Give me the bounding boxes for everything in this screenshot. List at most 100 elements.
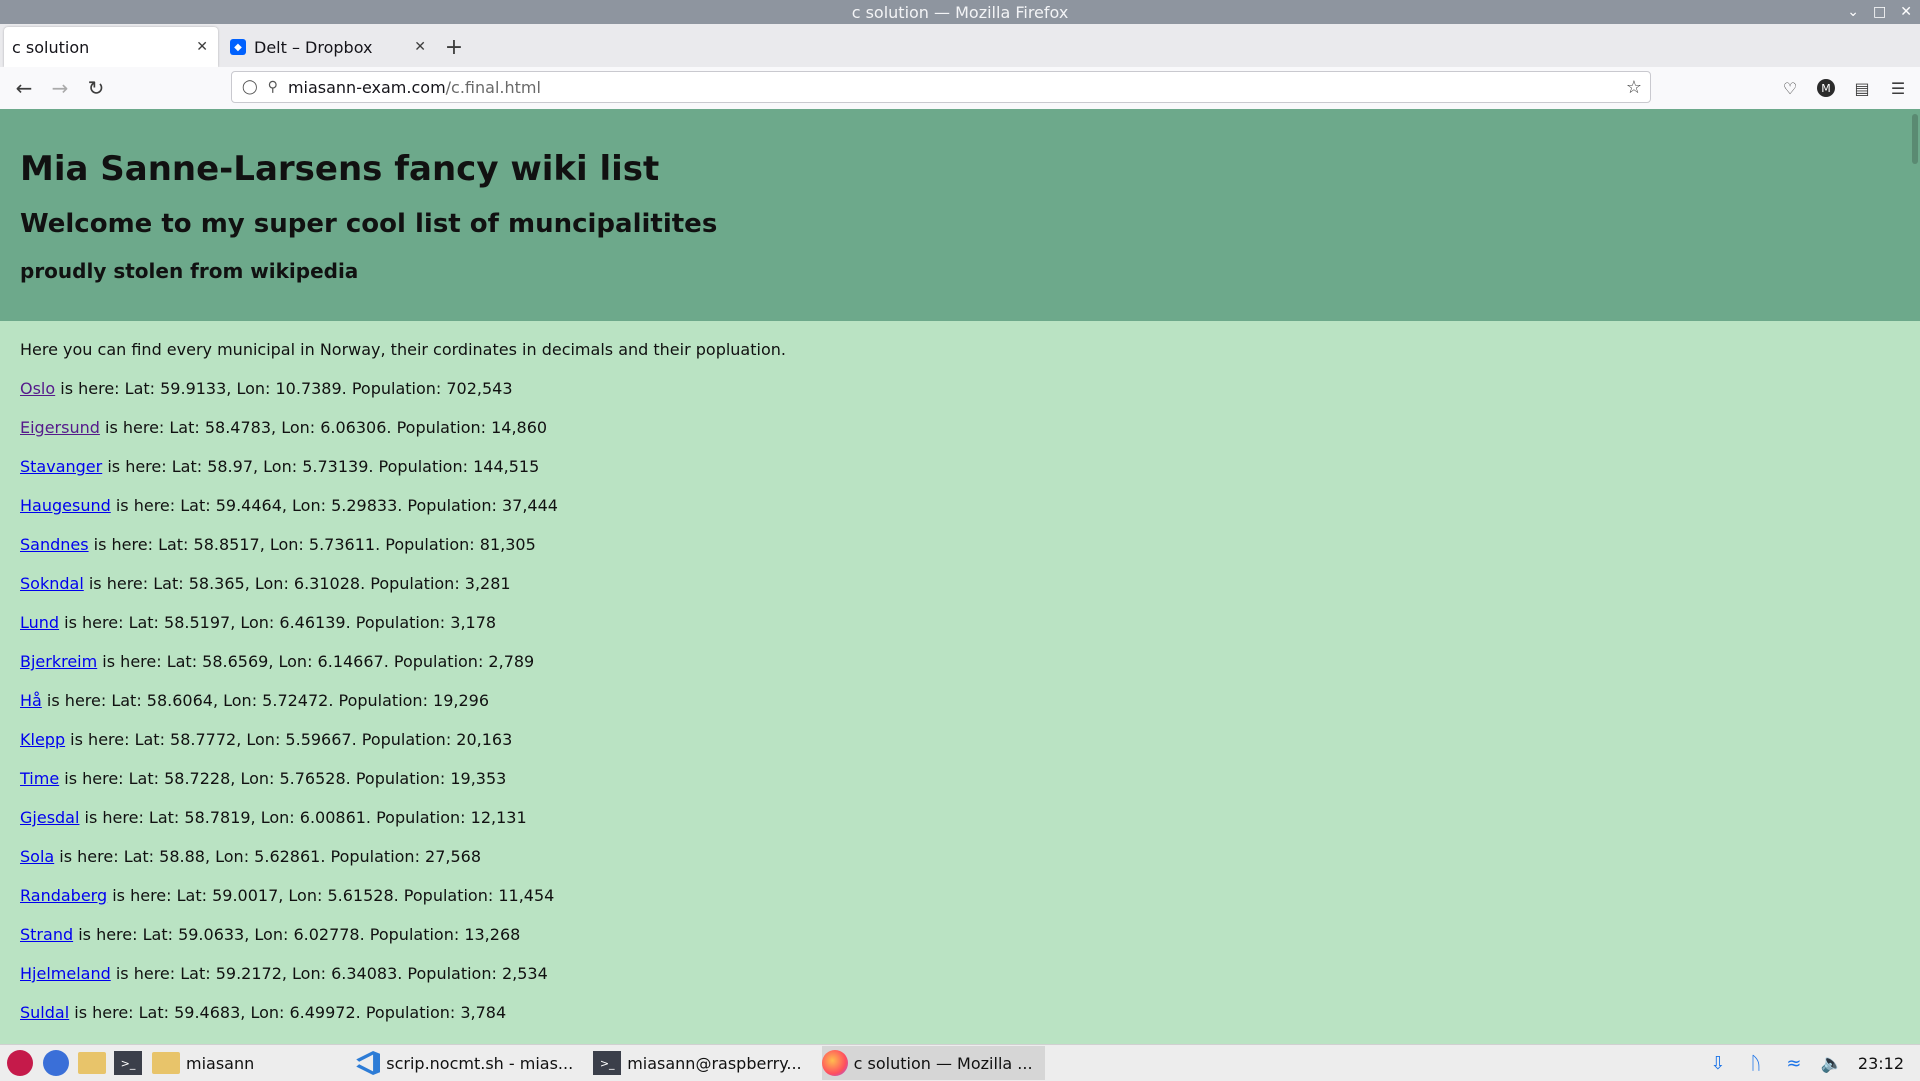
clock[interactable]: 23:12 [1858, 1054, 1904, 1073]
municipality-details: is here: Lat: 58.6064, Lon: 5.72472. Pop… [41, 691, 490, 710]
back-button[interactable]: ← [6, 70, 42, 106]
page-tagline: proudly stolen from wikipedia [20, 259, 359, 283]
municipality-link[interactable]: Time [20, 769, 59, 788]
list-item: Klepp is here: Lat: 58.7772, Lon: 5.5966… [20, 720, 1900, 759]
page-header: Mia Sanne-Larsens fancy wiki list Welcom… [0, 109, 1920, 321]
municipality-link[interactable]: Suldal [20, 1003, 69, 1022]
wifi-icon[interactable]: ≈ [1782, 1053, 1806, 1074]
municipality-details: is here: Lat: 59.0633, Lon: 6.02778. Pop… [73, 925, 521, 944]
municipality-details: is here: Lat: 58.365, Lon: 6.31028. Popu… [83, 574, 511, 593]
municipality-link[interactable]: Haugesund [20, 496, 111, 515]
municipality-details: is here: Lat: 59.2172, Lon: 6.34083. Pop… [110, 964, 548, 983]
municipality-link[interactable]: Klepp [20, 730, 65, 749]
url-bar[interactable]: ◯ ⚲ miasann-exam.com/c.final.html ☆ [231, 71, 1651, 103]
municipality-link[interactable]: Sola [20, 847, 54, 866]
municipality-details: is here: Lat: 58.6569, Lon: 6.14667. Pop… [97, 652, 535, 671]
municipality-details: is here: Lat: 58.97, Lon: 5.73139. Popul… [102, 457, 540, 476]
tab-dropbox[interactable]: ◆ Delt – Dropbox ✕ [222, 27, 436, 67]
forward-button[interactable]: → [42, 70, 78, 106]
page-subtitle: Welcome to my super cool list of muncipa… [20, 209, 718, 239]
municipality-details: is here: Lat: 58.7228, Lon: 5.76528. Pop… [59, 769, 507, 788]
municipality-details: is here: Lat: 58.5197, Lon: 6.46139. Pop… [59, 613, 497, 632]
municipality-details: is here: Lat: 58.4783, Lon: 6.06306. Pop… [99, 418, 548, 437]
shield-icon[interactable]: ◯ [242, 79, 258, 95]
folder-icon [78, 1052, 106, 1074]
tab-close-icon[interactable]: ✕ [196, 39, 208, 55]
tab-close-icon[interactable]: ✕ [414, 39, 426, 55]
intro-text: Here you can find every municipal in Nor… [20, 340, 786, 359]
municipality-link[interactable]: Hå [20, 691, 42, 710]
list-item: Lund is here: Lat: 58.5197, Lon: 6.46139… [20, 603, 1900, 642]
municipality-list: Oslo is here: Lat: 59.9133, Lon: 10.7389… [20, 369, 1900, 1032]
new-tab-button[interactable]: + [436, 27, 472, 67]
bookmark-star-icon[interactable]: ☆ [1626, 77, 1642, 98]
globe-icon [43, 1050, 69, 1076]
bluetooth-icon[interactable]: ᚢ [1744, 1053, 1768, 1074]
pocket-icon[interactable]: ♡ [1776, 74, 1804, 102]
reload-button[interactable]: ↻ [78, 70, 114, 106]
taskbar-item-firefox[interactable]: c solution — Mozilla ... [821, 1046, 1045, 1080]
volume-icon[interactable]: 🔈 [1820, 1053, 1844, 1074]
municipality-link[interactable]: Sandnes [20, 535, 89, 554]
window-titlebar: c solution — Mozilla Firefox ⌄ □ ✕ [0, 0, 1920, 24]
list-item: Suldal is here: Lat: 59.4683, Lon: 6.499… [20, 993, 1900, 1032]
municipality-link[interactable]: Eigersund [20, 418, 100, 437]
municipality-link[interactable]: Sokndal [20, 574, 84, 593]
municipality-link[interactable]: Lund [20, 613, 59, 632]
url-host: miasann-exam.com [287, 77, 446, 97]
page-title: Mia Sanne-Larsens fancy wiki list [20, 149, 660, 189]
municipality-link[interactable]: Gjesdal [20, 808, 79, 827]
taskbar-item-label: miasann@raspberry... [627, 1053, 802, 1073]
taskbar-item-vscode[interactable]: scrip.nocmt.sh - mias... [356, 1046, 585, 1080]
avatar: M [1817, 79, 1835, 97]
municipality-details: is here: Lat: 58.7772, Lon: 5.59667. Pop… [65, 730, 513, 749]
list-item: Oslo is here: Lat: 59.9133, Lon: 10.7389… [20, 369, 1900, 408]
list-item: Hjelmeland is here: Lat: 59.2172, Lon: 6… [20, 954, 1900, 993]
list-item: Sola is here: Lat: 58.88, Lon: 5.62861. … [20, 837, 1900, 876]
taskbar-item-folder[interactable]: miasann [152, 1046, 266, 1080]
list-item: Strand is here: Lat: 59.0633, Lon: 6.027… [20, 915, 1900, 954]
close-icon[interactable]: ✕ [1900, 4, 1912, 20]
municipality-link[interactable]: Strand [20, 925, 73, 944]
terminal-launcher[interactable]: >_ [112, 1047, 144, 1079]
folder-icon [152, 1052, 180, 1074]
raspberry-pi-icon [7, 1050, 33, 1076]
lock-icon[interactable]: ⚲ [268, 79, 278, 95]
extension-icon[interactable]: ▤ [1848, 74, 1876, 102]
minimize-icon[interactable]: ⌄ [1847, 4, 1859, 20]
window-controls: ⌄ □ ✕ [1847, 0, 1912, 24]
list-item: Hå is here: Lat: 58.6064, Lon: 5.72472. … [20, 681, 1900, 720]
taskbar: >_ miasann scrip.nocmt.sh - mias... >_ m… [0, 1044, 1920, 1081]
file-manager-launcher[interactable] [76, 1047, 108, 1079]
terminal-icon: >_ [114, 1051, 142, 1075]
list-item: Sokndal is here: Lat: 58.365, Lon: 6.310… [20, 564, 1900, 603]
tab-strip: c solution ✕ ◆ Delt – Dropbox ✕ + [0, 24, 1920, 67]
raspberry-menu-button[interactable] [4, 1047, 36, 1079]
url-path: /c.final.html [445, 77, 541, 97]
municipality-link[interactable]: Randaberg [20, 886, 107, 905]
municipality-link[interactable]: Hjelmeland [20, 964, 111, 983]
municipality-details: is here: Lat: 58.7819, Lon: 6.00861. Pop… [79, 808, 527, 827]
window-title: c solution — Mozilla Firefox [851, 2, 1069, 22]
download-icon[interactable]: ⇩ [1706, 1053, 1730, 1074]
taskbar-item-terminal[interactable]: >_ miasann@raspberry... [593, 1046, 813, 1080]
municipality-details: is here: Lat: 58.88, Lon: 5.62861. Popul… [54, 847, 482, 866]
vscode-icon [356, 1051, 381, 1075]
browser-launcher[interactable] [40, 1047, 72, 1079]
municipality-link[interactable]: Stavanger [20, 457, 102, 476]
tab-c-solution[interactable]: c solution ✕ [4, 27, 218, 67]
page-content: Here you can find every municipal in Nor… [20, 330, 1900, 1032]
terminal-icon: >_ [593, 1051, 622, 1075]
list-item: Eigersund is here: Lat: 58.4783, Lon: 6.… [20, 408, 1900, 447]
municipality-details: is here: Lat: 59.4464, Lon: 5.29833. Pop… [110, 496, 558, 515]
list-item: Gjesdal is here: Lat: 58.7819, Lon: 6.00… [20, 798, 1900, 837]
scrollbar-thumb[interactable] [1912, 114, 1918, 164]
municipality-link[interactable]: Oslo [20, 379, 55, 398]
municipality-link[interactable]: Bjerkreim [20, 652, 97, 671]
menu-icon[interactable]: ☰ [1884, 74, 1912, 102]
list-item: Haugesund is here: Lat: 59.4464, Lon: 5.… [20, 486, 1900, 525]
maximize-icon[interactable]: □ [1873, 4, 1886, 20]
account-icon[interactable]: M [1812, 74, 1840, 102]
taskbar-item-label: miasann [186, 1053, 255, 1073]
list-item: Bjerkreim is here: Lat: 58.6569, Lon: 6.… [20, 642, 1900, 681]
